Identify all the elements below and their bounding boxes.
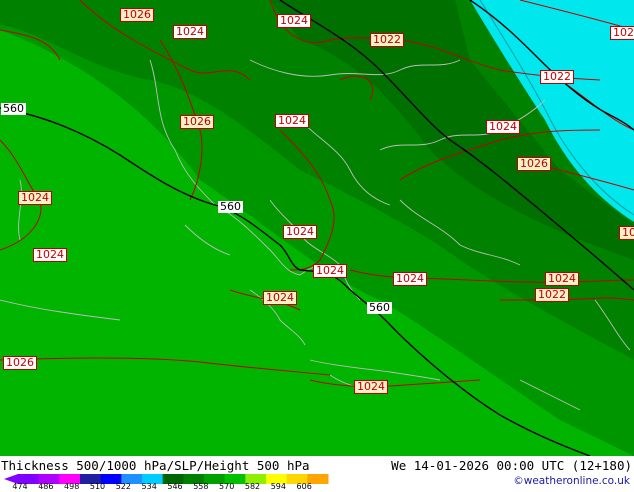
isobar-label: 1024 (354, 380, 388, 394)
legend-ticks: 474 486 498 510 522 534 546 558 570 582 594 606 (12, 483, 328, 492)
isobar-label: 1024 (313, 264, 347, 278)
isobar-label: 10 (619, 226, 634, 240)
map-footer: Thickness 500/1000 hPa/SLP/Height 500 hP… (0, 456, 634, 492)
thickness-map (0, 0, 634, 456)
thickness-label: 560 (218, 200, 243, 213)
map-title: Thickness 500/1000 hPa/SLP/Height 500 hP… (1, 458, 310, 473)
isobar-label: 1024 (277, 14, 311, 28)
isobar-label: 1022 (370, 33, 404, 47)
isobar-label: 1022 (540, 70, 574, 84)
thickness-label: 560 (1, 102, 26, 115)
thickness-label: 560 (367, 301, 392, 314)
isobar-label: 1024 (545, 272, 579, 286)
isobar-label: 1024 (283, 225, 317, 239)
isobar-label: 1024 (33, 248, 67, 262)
valid-time: We 14-01-2026 00:00 UTC (12+180) (391, 458, 632, 473)
isobar-label: 102 (610, 26, 634, 40)
isobar-label: 1024 (18, 191, 52, 205)
isobar-label: 1024 (275, 114, 309, 128)
isobar-label: 1026 (3, 356, 37, 370)
isobar-label: 1024 (393, 272, 427, 286)
isobar-label: 1024 (486, 120, 520, 134)
isobar-label: 1026 (517, 157, 551, 171)
copyright-credit: ©weatheronline.co.uk (513, 475, 630, 487)
weather-map-view: 1026 1024 1024 1022 102 1026 1024 1022 1… (0, 0, 634, 492)
isobar-label: 1022 (535, 288, 569, 302)
isobar-label: 1026 (120, 8, 154, 22)
isobar-label: 1026 (180, 115, 214, 129)
isobar-label: 1024 (173, 25, 207, 39)
isobar-label: 1024 (263, 291, 297, 305)
